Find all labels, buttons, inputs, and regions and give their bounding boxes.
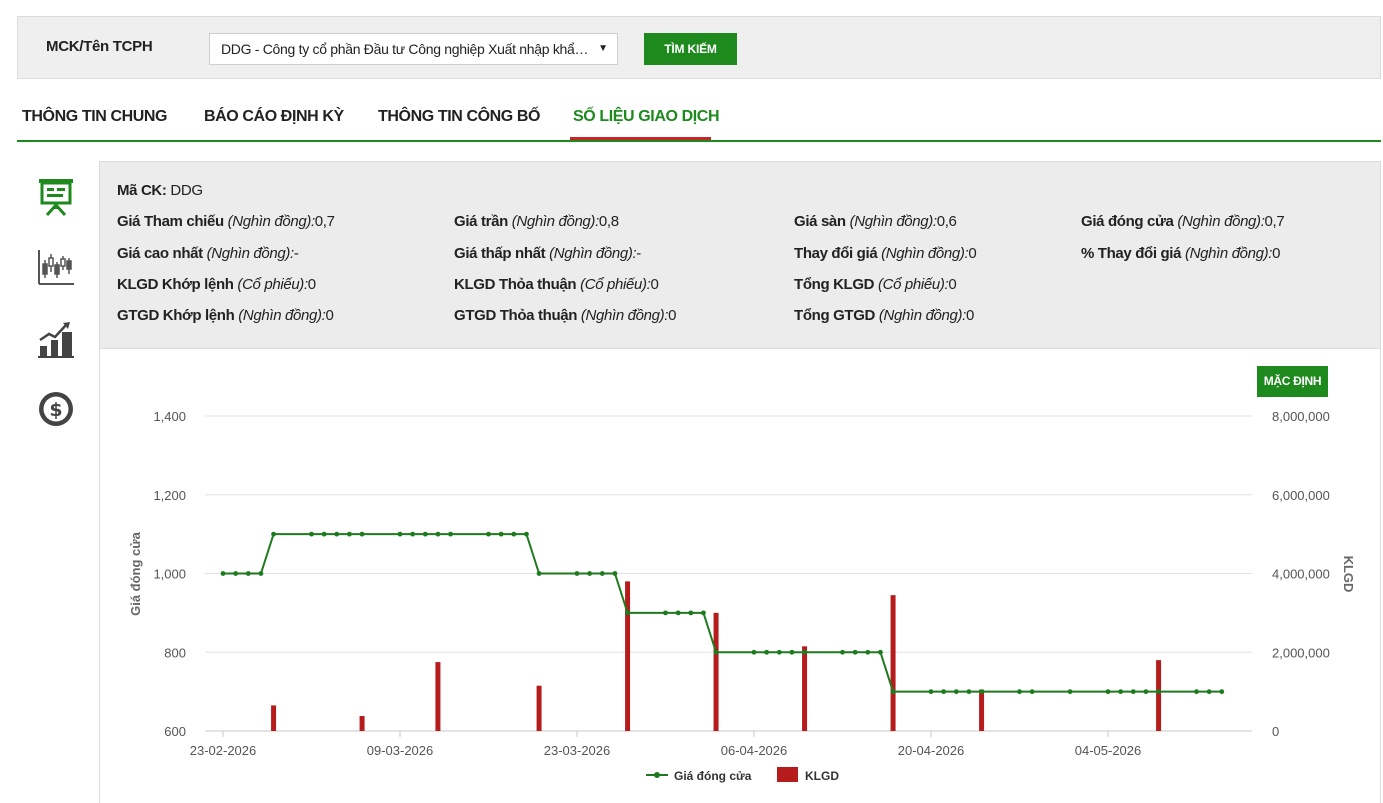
legend-price-marker [654,772,660,778]
price-point [435,531,441,537]
y-right-tick-label: 6,000,000 [1272,488,1330,503]
price-point [1219,689,1225,695]
volume-bar [979,689,985,731]
volume-bar [802,646,808,731]
y-left-tick-label: 1,400 [153,409,186,424]
price-point [688,610,694,616]
price-point [309,531,314,537]
y-left-tick-label: 600 [164,724,186,739]
y-right-tick-label: 2,000,000 [1272,645,1330,660]
price-point [878,649,883,655]
x-tick-label: 20-04-2026 [898,743,965,758]
price-point [890,689,896,695]
x-tick-label: 09-03-2026 [367,743,434,758]
volume-bar [271,705,277,731]
legend-volume-swatch [777,767,798,782]
x-tick-label: 23-03-2026 [544,743,611,758]
price-point [359,531,365,537]
price-point [928,689,934,695]
price-point [410,531,416,537]
price-volume-chart: 600 800 1,000 1,200 1,400 0 2,000,000 4,000,000… [128,409,1356,783]
price-point [347,531,352,537]
x-tick-label: 06-04-2026 [721,743,788,758]
volume-bar [435,662,441,731]
price-point [258,571,264,576]
volume-bar [713,612,719,731]
y-left-tick-label: 1,000 [153,567,186,582]
price-point [574,571,580,576]
price-point [334,531,340,537]
volume-bar [536,685,542,731]
price-point [1029,689,1035,695]
price-point [524,531,529,537]
y-right-tick-label: 8,000,000 [1272,409,1330,424]
price-point [663,610,668,616]
y-left-axis-title: Giá đóng cửa [128,531,143,616]
price-point [599,571,605,576]
x-tick-label: 04-05-2026 [1075,743,1142,758]
y-left-tick-label: 800 [164,645,186,660]
price-point [953,689,959,695]
volume-bar [1156,660,1162,731]
price-point [941,689,947,695]
price-point [802,649,807,655]
y-right-axis-title: KLGD [1341,556,1356,593]
price-point [1017,689,1022,695]
price-point [448,531,453,537]
price-point [852,649,858,655]
price-point [840,649,845,655]
price-point [1156,689,1161,695]
price-point [675,610,681,616]
price-point [1118,689,1124,695]
price-point [979,689,984,695]
price-point [625,610,630,616]
x-tick-label: 23-02-2026 [190,743,257,758]
price-point [220,571,226,576]
volume-bar [359,716,365,731]
price-point [1143,689,1149,695]
price-point [776,649,782,655]
price-point [321,531,327,537]
price-line [223,533,1222,693]
y-right-tick-label: 0 [1272,724,1279,739]
price-point [397,531,403,537]
price-point [713,649,719,655]
price-point [1067,689,1073,695]
price-point [612,571,618,576]
price-point [486,531,491,537]
price-point [245,571,251,576]
volume-bar [890,595,896,731]
price-point [422,531,428,537]
y-right-tick-label: 4,000,000 [1272,567,1330,582]
price-point [511,531,517,537]
price-point [233,571,239,576]
price-point [498,531,504,537]
y-left-tick-label: 1,200 [153,488,186,503]
price-point [1105,689,1111,695]
price-point [1130,689,1136,695]
price-point [271,531,276,537]
price-point [751,649,757,655]
price-point [536,571,542,576]
price-point [789,649,795,655]
volume-bar [625,581,631,731]
price-point [701,610,706,616]
price-point [966,689,972,695]
price-point [1194,689,1199,695]
legend-volume-label: KLGD [805,769,839,783]
price-point [1206,689,1212,695]
legend-price-label: Giá đóng cửa [674,769,752,783]
price-point [587,571,593,576]
price-point [764,649,770,655]
price-point [865,649,871,655]
